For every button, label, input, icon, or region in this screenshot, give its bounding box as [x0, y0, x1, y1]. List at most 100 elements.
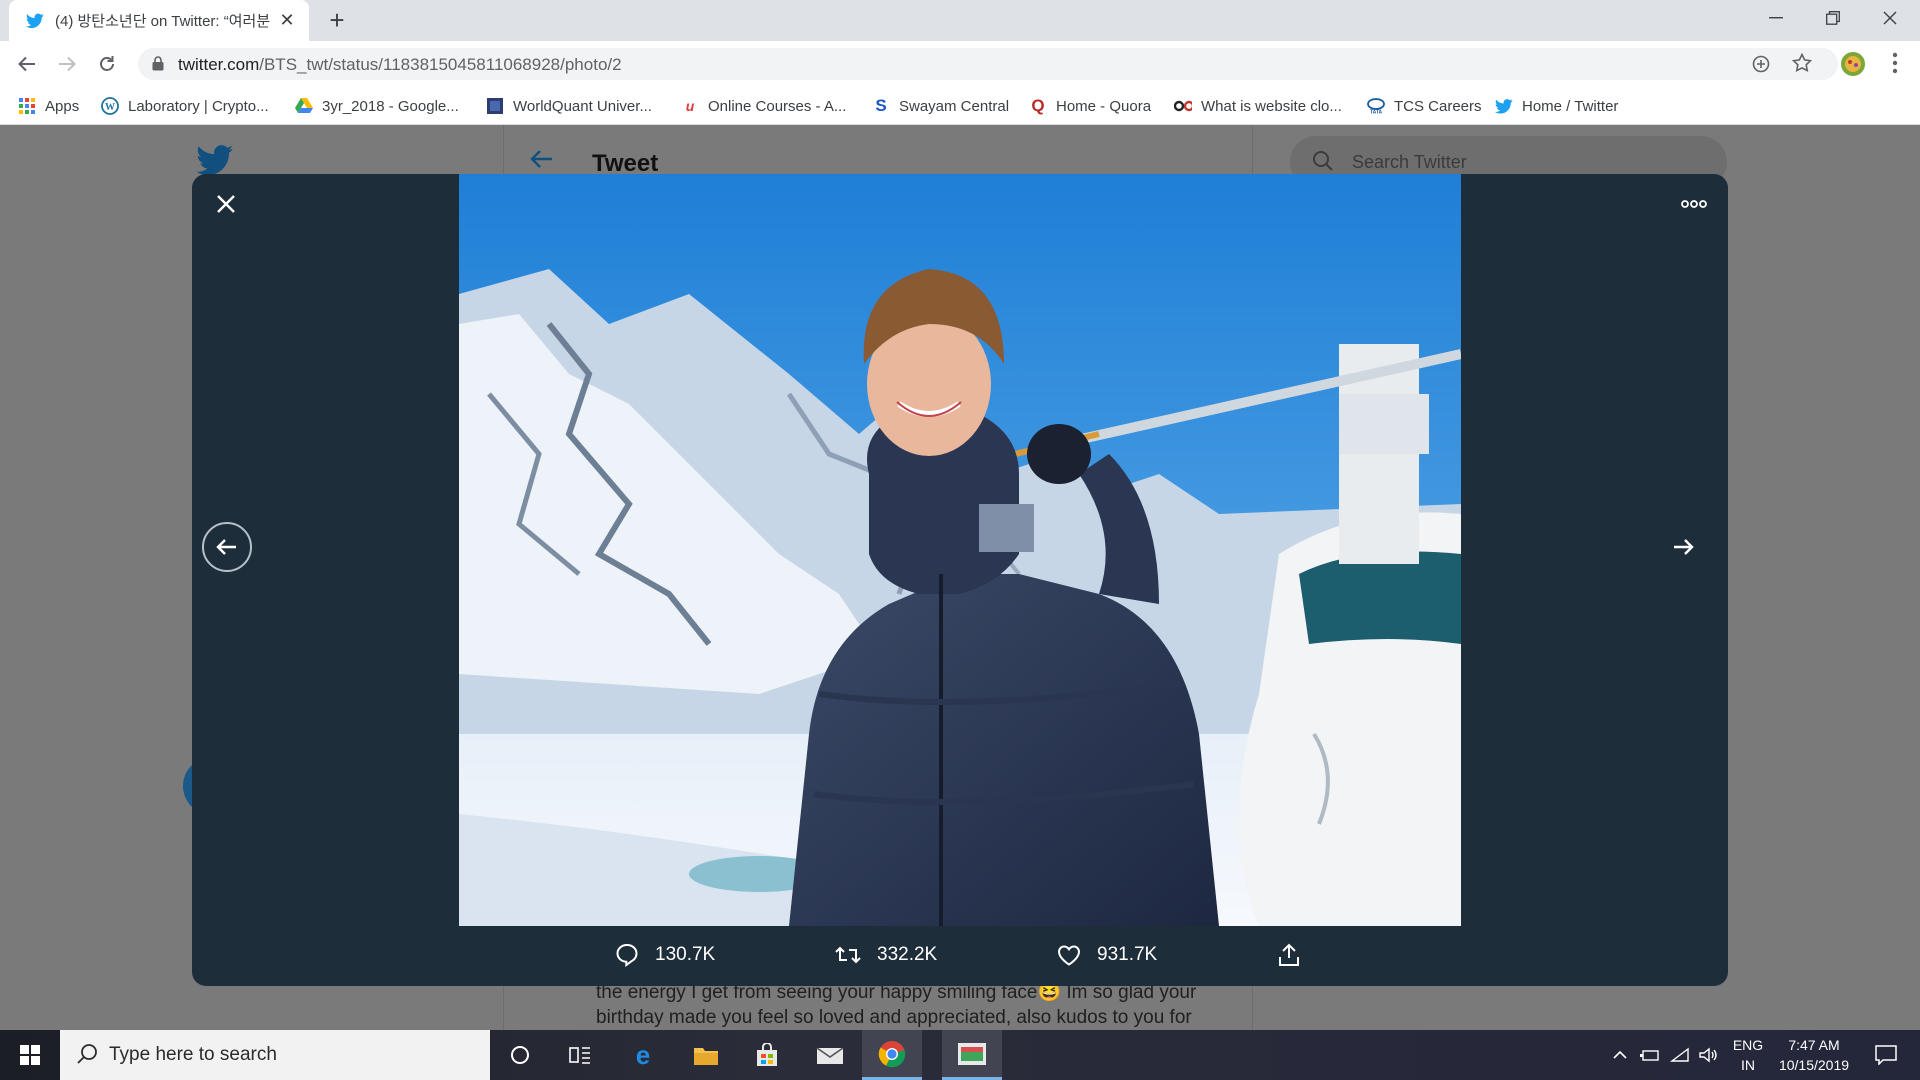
retweet-button[interactable]: 332.2K — [835, 940, 937, 970]
bookmark-worldquant[interactable]: WorldQuant Univer... — [486, 95, 652, 117]
windows-taskbar: Type here to search e ENG IN 7:47 AM 10/ — [0, 1030, 1920, 1080]
search-icon — [76, 1043, 98, 1070]
bookmark-quora[interactable]: Q Home - Quora — [1029, 95, 1151, 117]
bookmark-label: Laboratory | Crypto... — [128, 97, 269, 115]
minimize-icon — [1769, 17, 1783, 19]
volume-icon[interactable] — [1696, 1030, 1720, 1080]
more-icon — [1681, 200, 1707, 208]
lock-icon — [152, 56, 164, 76]
clock-date: 10/15/2019 — [1778, 1057, 1850, 1073]
heart-icon — [1057, 945, 1081, 966]
reply-count: 130.7K — [655, 944, 716, 965]
reload-icon — [100, 56, 114, 71]
notifications-button[interactable] — [1864, 1030, 1908, 1080]
udemy-icon: u — [685, 98, 695, 114]
bookmark-label: Apps — [45, 97, 80, 115]
close-window-button[interactable] — [1862, 0, 1918, 36]
share-icon — [1279, 943, 1299, 966]
like-count: 931.7K — [1097, 944, 1158, 965]
bookmark-label: TCS Careers — [1394, 97, 1482, 115]
cortana-circle-icon — [511, 1046, 529, 1064]
tab-strip: (4) 방탄소년단 on Twitter: “여러분 ✕ + — [0, 0, 1920, 41]
action-center-icon — [1875, 1045, 1897, 1065]
task-view-icon — [569, 1047, 590, 1064]
reload-button[interactable] — [92, 49, 122, 79]
taskbar-search-box[interactable]: Type here to search — [60, 1030, 490, 1080]
tweet-actions-bar: 130.7K 332.2K 931.7K — [192, 926, 1728, 986]
clock[interactable]: 7:47 AM 10/15/2019 — [1770, 1030, 1858, 1080]
bookmark-google-drive[interactable]: 3yr_2018 - Google... — [295, 95, 459, 117]
url-text: twitter.com/BTS_twt/status/1183815045811… — [178, 55, 622, 75]
cortana-button[interactable] — [490, 1030, 550, 1080]
url-domain: twitter.com — [178, 55, 260, 74]
back-button[interactable] — [12, 49, 42, 79]
new-tab-button[interactable]: + — [323, 6, 351, 34]
worldquant-icon — [486, 97, 504, 115]
tata-icon: TATA — [1367, 97, 1385, 115]
address-bar[interactable]: twitter.com/BTS_twt/status/1183815045811… — [138, 48, 1838, 80]
edge-browser-button[interactable]: e — [613, 1030, 673, 1080]
restore-button[interactable] — [1805, 0, 1861, 36]
browser-tab[interactable]: (4) 방탄소년단 on Twitter: “여러분 ✕ — [9, 0, 309, 41]
close-modal-button[interactable] — [206, 184, 246, 224]
store-button[interactable] — [737, 1030, 797, 1080]
retweet-icon — [835, 946, 861, 964]
region-code: IN — [1741, 1057, 1755, 1073]
search-icon — [1312, 150, 1334, 177]
forward-button[interactable] — [52, 49, 82, 79]
svg-text:W: W — [105, 102, 115, 113]
twitter-bird-icon — [25, 11, 45, 31]
link-icon — [1174, 97, 1192, 115]
mail-button[interactable] — [800, 1030, 860, 1080]
language-code: ENG — [1732, 1037, 1764, 1053]
tab-title: (4) 방탄소년단 on Twitter: “여러분 — [55, 13, 271, 30]
chrome-taskbar-button[interactable] — [862, 1030, 922, 1080]
bookmark-tcs-careers[interactable]: TATA TCS Careers — [1367, 95, 1482, 117]
chrome-menu-icon[interactable] — [1892, 52, 1898, 79]
more-options-button[interactable] — [1674, 184, 1714, 224]
arrow-right-icon — [1674, 539, 1694, 555]
bookmark-udemy[interactable]: u Online Courses - A... — [681, 95, 847, 117]
google-drive-icon — [295, 97, 313, 115]
taskbar-search-placeholder: Type here to search — [109, 1044, 277, 1065]
install-icon[interactable] — [1752, 55, 1770, 78]
previous-photo-button[interactable] — [202, 522, 252, 572]
bookmark-apps[interactable]: Apps — [18, 95, 79, 117]
bookmarks-bar: Apps W Laboratory | Crypto... 3yr_2018 -… — [0, 87, 1920, 125]
next-photo-button[interactable] — [1658, 522, 1708, 572]
arrow-right-icon — [59, 56, 76, 72]
edge-icon: e — [636, 1042, 650, 1068]
like-button[interactable]: 931.7K — [1057, 940, 1157, 970]
language-indicator[interactable]: ENG IN — [1728, 1030, 1768, 1080]
photo-viewer-modal: 130.7K 332.2K 931.7K — [192, 174, 1728, 986]
tweet-photo[interactable] — [459, 174, 1461, 926]
reply-button[interactable]: 130.7K — [615, 940, 715, 970]
search-placeholder: Search Twitter — [1352, 152, 1467, 172]
bookmark-swayam[interactable]: S Swayam Central — [872, 95, 1009, 117]
twitter-bird-icon — [1495, 97, 1513, 115]
bookmark-website-clone[interactable]: What is website clo... — [1174, 95, 1342, 117]
retweet-count: 332.2K — [877, 944, 938, 965]
task-view-button[interactable] — [550, 1030, 610, 1080]
app-taskbar-button[interactable] — [942, 1030, 1002, 1080]
file-explorer-button[interactable] — [676, 1030, 736, 1080]
minimize-button[interactable] — [1748, 0, 1804, 36]
bookmark-twitter[interactable]: Home / Twitter — [1495, 95, 1618, 117]
svg-text:e: e — [636, 1042, 650, 1068]
chrome-icon — [878, 1040, 906, 1067]
start-button[interactable] — [0, 1030, 60, 1080]
quora-icon: Q — [1031, 96, 1045, 115]
bookmark-star-icon[interactable] — [1791, 52, 1813, 78]
profile-avatar[interactable] — [1840, 51, 1866, 82]
bookmark-label: Home / Twitter — [1522, 97, 1619, 115]
battery-icon[interactable] — [1638, 1030, 1662, 1080]
share-button[interactable] — [1277, 940, 1317, 970]
arrow-left-icon — [18, 56, 35, 72]
bookmark-laboratory[interactable]: W Laboratory | Crypto... — [101, 95, 269, 117]
tab-close-icon[interactable]: ✕ — [277, 10, 297, 30]
reply-icon — [616, 943, 638, 967]
wifi-icon[interactable] — [1668, 1030, 1692, 1080]
back-arrow-icon[interactable] — [530, 149, 554, 174]
browser-toolbar: twitter.com/BTS_twt/status/1183815045811… — [0, 41, 1920, 87]
tray-chevron-icon[interactable] — [1608, 1030, 1632, 1080]
